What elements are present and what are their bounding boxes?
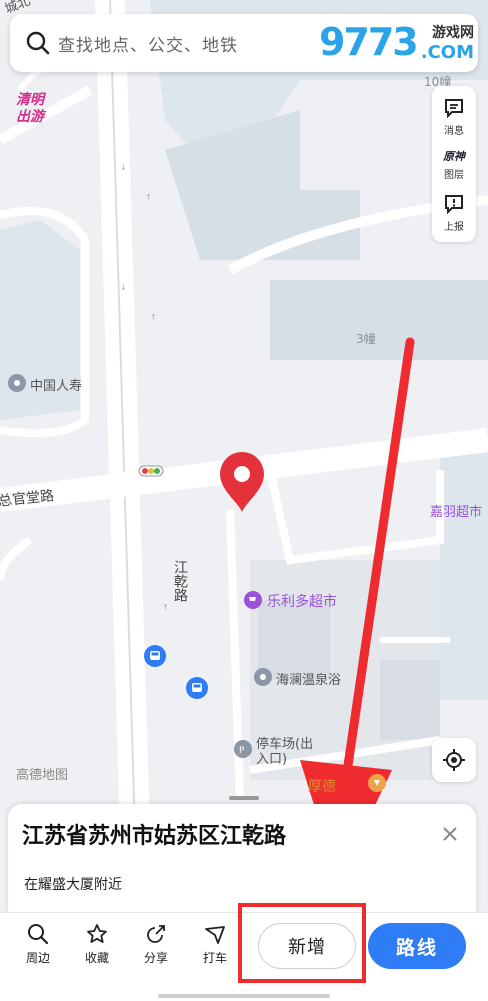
home-indicator[interactable] [158,994,330,998]
svg-text:↑: ↑ [145,193,152,202]
share-icon [147,925,165,943]
poi-houde[interactable]: 厚德 [308,776,336,796]
address-subtitle: 在耀盛大厦附近 [24,877,122,893]
svg-text:↑: ↑ [150,313,157,322]
close-icon[interactable] [440,824,460,844]
layers-button[interactable]: 原神 图层 [443,148,465,181]
poi-pin-icon[interactable] [8,374,26,392]
location-pin-icon[interactable] [216,450,268,514]
svg-text:↓: ↓ [120,163,127,172]
food-icon[interactable] [368,774,386,792]
annotation-highlight-box [238,903,366,983]
report-label: 上报 [444,221,464,233]
taxi-label: 打车 [202,951,227,965]
svg-text:P: P [239,746,245,754]
supermarket-icon[interactable] [244,591,262,609]
favorite-button[interactable]: 收藏 [77,923,117,966]
watermark-cn: 游戏网 [432,24,474,41]
favorite-label: 收藏 [84,951,109,965]
sheet-handle[interactable] [229,796,259,800]
route-button[interactable]: 路线 [368,923,466,969]
search-input[interactable]: 查找地点、公交、地铁 [58,31,238,56]
poi-supermarket-left[interactable]: 乐利多超市 [267,591,337,611]
building-3-label: 3幢 [356,332,376,346]
svg-text:↑: ↑ [162,603,169,612]
watermark-com: .COM [420,41,474,63]
watermark-number: 9773 [318,20,419,64]
taxi-icon [205,926,225,944]
message-icon [445,98,463,118]
poi-supermarket-right[interactable]: 嘉羽超市 [430,501,482,520]
spa-icon[interactable] [254,668,272,686]
nearby-button[interactable]: 周边 [18,923,58,966]
share-button[interactable]: 分享 [136,923,176,966]
parking-icon[interactable]: P [234,740,252,758]
festival-logo[interactable]: 清明出游 [16,92,54,126]
bus-stop-icon[interactable] [144,645,166,667]
layers-label: 图层 [444,169,464,181]
road-jiangqian: 江乾路 [172,560,188,602]
messages-label: 消息 [444,125,464,137]
search-icon [28,924,49,945]
address-title: 江苏省苏州市姑苏区江乾路 [22,824,287,849]
site-watermark: 9773 游戏网 .COM [319,14,474,70]
poi-spa[interactable]: 海澜温泉浴 [276,669,341,688]
nearby-label: 周边 [25,951,50,965]
share-label: 分享 [143,951,168,965]
taxi-button[interactable]: 打车 [195,923,235,966]
place-info-sheet[interactable]: 江苏省苏州市姑苏区江乾路 在耀盛大厦附近 [8,804,476,914]
bus-stop-icon[interactable] [186,677,208,699]
messages-button[interactable]: 消息 [442,96,466,137]
poi-insurance[interactable]: 中国人寿 [30,375,82,394]
crosshair-icon [443,749,465,771]
star-icon [87,924,107,943]
poi-parking[interactable]: 停车场(出入口) [256,737,320,767]
search-icon [26,31,50,55]
svg-text:↓: ↓ [120,283,127,292]
locate-button[interactable] [432,738,476,782]
report-icon [445,194,463,214]
map-tools-panel: 消息 原神 图层 上报 [432,86,476,242]
layers-icon: 原神 [443,149,465,163]
amap-brand: 高德地图 [16,768,69,783]
report-button[interactable]: 上报 [442,192,466,233]
